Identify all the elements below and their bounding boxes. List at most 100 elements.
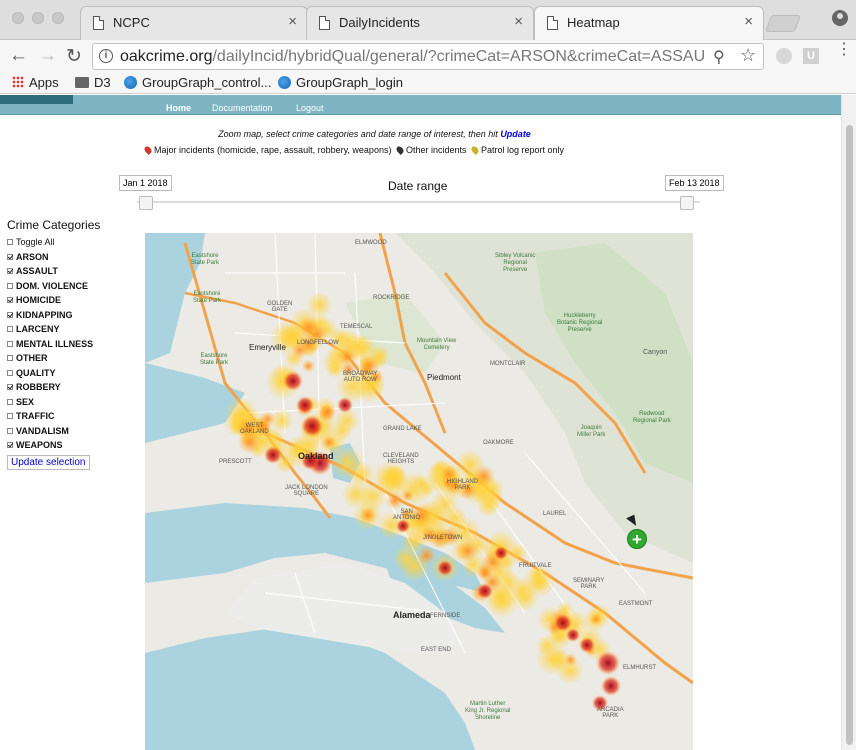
category-item[interactable]: LARCENY [7, 322, 132, 337]
map-label-sanantonio: SAN ANTONIO [393, 509, 421, 521]
window-close-dot[interactable] [12, 12, 24, 24]
profile-icon[interactable] [832, 10, 848, 26]
page-scrollbar[interactable] [841, 95, 856, 750]
info-icon[interactable]: i [99, 49, 113, 63]
date-range-slider[interactable] [137, 196, 700, 210]
category-item[interactable]: VANDALISM [7, 424, 132, 439]
map-label-montclair: MONTCLAIR [490, 361, 526, 367]
category-checkbox[interactable] [7, 326, 13, 333]
map-label-alameda: Alameda [393, 610, 431, 620]
site-logo[interactable] [0, 95, 73, 104]
address-bar[interactable]: i oakcrime.org/dailyIncid/hybridQual/gen… [92, 43, 764, 70]
slider-start-handle[interactable] [139, 196, 153, 210]
close-icon[interactable]: × [514, 13, 523, 30]
heat-spot [437, 560, 453, 576]
window-zoom-dot[interactable] [52, 12, 64, 24]
scrollbar-thumb[interactable] [846, 125, 853, 745]
yellow-pin-icon [470, 145, 480, 155]
update-selection-button[interactable]: Update selection [7, 454, 90, 470]
category-item[interactable]: ROBBERY [7, 380, 132, 395]
map-label-westoakland: WEST OAKLAND [240, 423, 269, 435]
category-checkbox[interactable] [7, 268, 13, 275]
folder-icon [75, 77, 89, 88]
category-checkbox[interactable] [7, 384, 13, 391]
category-label: VANDALISM [16, 425, 69, 436]
page-icon [547, 16, 558, 30]
category-item[interactable]: ARSON [7, 250, 132, 265]
bookmark-groupgraph-control[interactable]: GroupGraph_control... [124, 75, 271, 90]
end-date-box: Feb 13 2018 [665, 175, 724, 191]
slider-end-handle[interactable] [680, 196, 694, 210]
site-header: Home Documentation Logout [0, 95, 841, 115]
url-text[interactable]: oakcrime.org/dailyIncid/hybridQual/gener… [120, 48, 705, 66]
add-marker-icon[interactable]: + [627, 529, 647, 549]
map-label-fruitvale: FRUITVALE [519, 563, 552, 569]
bookmark-apps[interactable]: Apps [12, 75, 59, 90]
category-checkbox[interactable] [7, 311, 13, 318]
heat-spot [301, 359, 315, 373]
map-label-eastshore2: Eastshore State Park [193, 291, 222, 304]
heatmap-map[interactable]: Oakland Alameda Emeryville Piedmont Sibl… [145, 233, 693, 750]
category-item[interactable]: MENTAL ILLNESS [7, 337, 132, 352]
bookmark-star-icon[interactable]: ☆ [740, 45, 756, 66]
category-item[interactable]: Toggle All [7, 235, 132, 250]
category-item[interactable]: WEAPONS [7, 438, 132, 453]
reload-icon[interactable]: ↻ [66, 45, 82, 68]
url-path: /dailyIncid/hybridQual/general/?crimeCat… [212, 48, 705, 65]
heat-spot [596, 651, 620, 675]
heat-spot [382, 465, 406, 489]
nav-documentation-link[interactable]: Documentation [212, 103, 273, 113]
zoom-icon[interactable]: ⚲ [713, 47, 725, 67]
close-icon[interactable]: × [288, 13, 297, 30]
tab-title: Heatmap [567, 15, 620, 30]
update-link[interactable]: Update [500, 129, 531, 139]
category-item[interactable]: KIDNAPPING [7, 308, 132, 323]
category-item[interactable]: SEX [7, 395, 132, 410]
new-tab-button[interactable] [764, 15, 802, 32]
category-checkbox[interactable] [7, 442, 13, 449]
browser-menu-icon[interactable]: ⋮ [836, 42, 852, 58]
map-label-mountainview: Mountain View Cemetery [417, 338, 457, 351]
tab-heatmap[interactable]: Heatmap × [534, 6, 764, 41]
category-checkbox[interactable] [7, 355, 13, 362]
red-pin-icon [143, 145, 153, 155]
map-label-eastshore3: Eastshore State Park [200, 353, 229, 366]
extension-u-icon[interactable]: U [803, 48, 819, 64]
category-item[interactable]: TRAFFIC [7, 409, 132, 424]
nav-logout-link[interactable]: Logout [296, 103, 324, 113]
close-icon[interactable]: × [744, 13, 753, 30]
category-checkbox[interactable] [7, 427, 13, 434]
map-label-oakland: Oakland [298, 451, 334, 461]
category-item[interactable]: DOM. VIOLENCE [7, 279, 132, 294]
date-range-title: Date range [388, 179, 448, 193]
heat-layer [224, 291, 621, 711]
category-checkbox[interactable] [7, 239, 13, 246]
window-minimize-dot[interactable] [32, 12, 44, 24]
page-icon [319, 16, 330, 30]
extension-icon[interactable] [776, 48, 792, 64]
bookmark-d3[interactable]: D3 [75, 75, 111, 90]
category-checkbox[interactable] [7, 398, 13, 405]
tab-dailyincidents[interactable]: DailyIncidents × [306, 6, 534, 40]
category-checkbox[interactable] [7, 369, 13, 376]
map-label-emeryville: Emeryville [249, 343, 286, 352]
category-checkbox[interactable] [7, 253, 13, 260]
heat-spot [337, 397, 353, 413]
tab-ncpc[interactable]: NCPC × [80, 6, 308, 40]
category-item[interactable]: QUALITY [7, 366, 132, 381]
category-checkbox[interactable] [7, 340, 13, 347]
map-label-broadway: BROADWAY AUTO ROW [343, 371, 378, 383]
forward-icon[interactable]: → [38, 45, 57, 67]
back-icon[interactable]: ← [9, 45, 28, 67]
category-item[interactable]: OTHER [7, 351, 132, 366]
category-checkbox[interactable] [7, 297, 13, 304]
category-checkbox[interactable] [7, 413, 13, 420]
category-item[interactable]: HOMICIDE [7, 293, 132, 308]
bookmark-groupgraph-login[interactable]: GroupGraph_login [278, 75, 403, 90]
category-checkbox[interactable] [7, 282, 13, 289]
heat-spot [456, 539, 479, 563]
globe-icon [124, 76, 137, 89]
map-label-sibley: Sibley Volcanic Regional Preserve [495, 253, 536, 273]
category-item[interactable]: ASSAULT [7, 264, 132, 279]
nav-home-link[interactable]: Home [166, 103, 191, 113]
